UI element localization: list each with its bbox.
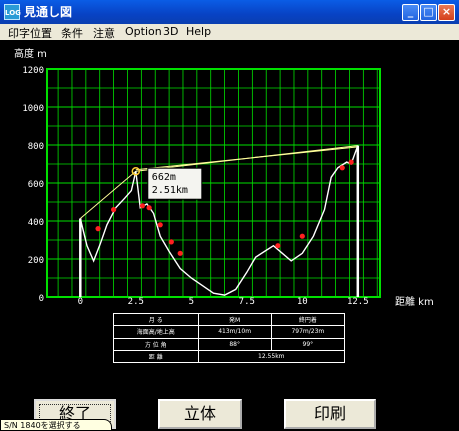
- app-map-icon[interactable]: LOG: [4, 4, 21, 20]
- obstruction-marker: [168, 239, 174, 245]
- x-tick-label: 0: [78, 297, 83, 307]
- stats-table: 月 る 発M 終円着 海面高/地上高 413m/10m 797m/23m 方 位…: [113, 312, 346, 364]
- stats-row: 方 位 角 88° 99°: [113, 337, 346, 351]
- x-tick-label: 2.5: [128, 297, 144, 307]
- x-tick-label: 5: [189, 297, 194, 307]
- menu-notes[interactable]: 注意: [93, 25, 115, 41]
- obstruction-marker: [95, 226, 101, 232]
- elevation-profile-chart: 662m 2.51km 0 200 400 600 800 1000 1200 0 2.5 5 7.5…: [14, 47, 434, 308]
- menu-3d[interactable]: 3D: [163, 25, 178, 38]
- x-tick-label: 12.5: [347, 297, 369, 307]
- obstruction-marker: [177, 250, 183, 256]
- obstruction-marker: [157, 222, 163, 228]
- menu-help[interactable]: Help: [186, 25, 211, 38]
- profile-layer: [79, 145, 359, 296]
- viewer-window: LOG 見通し図 _ □ × 印字位置 条件 注意 Option 3D Help…: [0, 0, 459, 431]
- sightlines: [79, 145, 358, 219]
- stats-header-cell: 発M: [197, 312, 272, 327]
- x-tick-label: 7.5: [239, 297, 255, 307]
- obstruction-marker: [139, 203, 146, 209]
- stats-header-cell: 終円着: [270, 312, 346, 327]
- stats-cell: 797m/23m: [270, 325, 346, 339]
- obstruction-marker: [275, 243, 281, 249]
- stats-row: 海面高/地上高 413m/10m 797m/23m: [113, 325, 346, 339]
- x-tick-label: 10: [297, 297, 308, 307]
- close-icon[interactable]: ×: [438, 4, 455, 21]
- status-tooltip: S/N 1840を選択する: [0, 419, 112, 431]
- stats-cell: 方 位 角: [113, 337, 199, 351]
- menu-print-position[interactable]: 印字位置: [8, 25, 52, 41]
- terrain-profile-line: [79, 145, 359, 296]
- stats-cell: 99°: [270, 337, 346, 351]
- annotation-text: 2.51km: [152, 185, 188, 196]
- y-tick-label: 200: [28, 256, 44, 266]
- stats-cell: 海面高/地上高: [113, 325, 199, 339]
- menu-option[interactable]: Option: [125, 25, 162, 38]
- x-axis-title: 距離 km: [395, 295, 434, 308]
- title-bar: LOG 見通し図 _ □ ×: [0, 0, 459, 24]
- three-d-button[interactable]: 立体: [158, 399, 242, 429]
- annotation-text: 662m: [152, 172, 176, 183]
- menu-conditions[interactable]: 条件: [61, 25, 83, 41]
- y-tick-label: 800: [28, 142, 44, 152]
- obstruction-marker: [299, 233, 305, 239]
- maximize-icon[interactable]: □: [420, 4, 437, 21]
- obstruction-marker: [146, 205, 152, 211]
- print-button[interactable]: 印刷: [284, 399, 376, 429]
- y-axis-title: 高度 m: [14, 47, 47, 60]
- stats-cell: 413m/10m: [197, 325, 272, 339]
- stats-row: 距 離 12.55km: [113, 349, 346, 364]
- y-tick-label: 400: [28, 218, 44, 228]
- stats-header-cell: 月 る: [113, 312, 199, 327]
- y-tick-label: 600: [28, 180, 44, 190]
- window-title: 見通し図: [24, 5, 73, 19]
- y-tick-label: 0: [39, 294, 44, 304]
- y-tick-label: 1000: [22, 104, 44, 114]
- stats-cell: 12.55km: [197, 349, 346, 364]
- obstruction-marker: [348, 159, 354, 165]
- stats-cell: 88°: [197, 337, 272, 351]
- y-tick-label: 1200: [22, 66, 44, 76]
- stats-cell: 距 離: [113, 349, 199, 364]
- obstruction-marker: [339, 165, 345, 171]
- minimize-icon[interactable]: _: [402, 4, 419, 21]
- menu-bar: 印字位置 条件 注意 Option 3D Help: [0, 24, 459, 40]
- stats-header-row: 月 る 発M 終円着: [113, 312, 346, 327]
- obstruction-marker: [111, 207, 117, 213]
- axis-labels: 0 200 400 600 800 1000 1200 0 2.5 5 7.5 10 12.5 高度 m 距…: [14, 47, 434, 308]
